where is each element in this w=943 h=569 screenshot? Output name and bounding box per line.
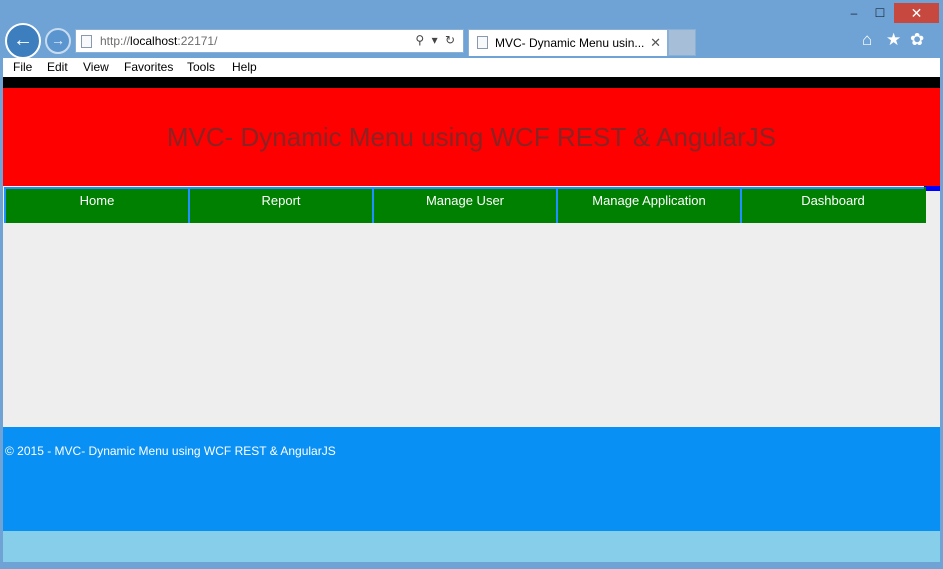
nav-item-manage-application[interactable]: Manage Application bbox=[556, 187, 740, 223]
address-bar[interactable]: http://localhost:22171/ ⚲ ▾ ↻ bbox=[75, 29, 464, 53]
minimize-button[interactable]: – bbox=[841, 3, 867, 23]
menu-bar: File Edit View Favorites Tools Help bbox=[3, 58, 940, 77]
home-icon[interactable]: ⌂ bbox=[862, 30, 872, 50]
nav-item-report[interactable]: Report bbox=[188, 187, 372, 223]
search-icon[interactable]: ⚲ bbox=[415, 33, 426, 47]
tab-title: MVC- Dynamic Menu usin... bbox=[495, 36, 645, 50]
maximize-button[interactable]: ☐ bbox=[867, 3, 893, 23]
back-arrow-icon: ← bbox=[13, 29, 33, 51]
dropdown-icon[interactable]: ▾ bbox=[432, 33, 440, 47]
header-banner: MVC- Dynamic Menu using WCF REST & Angul… bbox=[3, 88, 940, 186]
page-title: MVC- Dynamic Menu using WCF REST & Angul… bbox=[166, 122, 777, 152]
url-port: :22171/ bbox=[177, 34, 218, 48]
new-tab-button[interactable] bbox=[668, 29, 696, 56]
close-window-button[interactable]: ✕ bbox=[894, 3, 939, 23]
url-scheme: http:// bbox=[100, 34, 131, 48]
nav-item-manage-user[interactable]: Manage User bbox=[372, 187, 556, 223]
url-host: localhost bbox=[130, 34, 178, 48]
page-footer: © 2015 - MVC- Dynamic Menu using WCF RES… bbox=[3, 427, 940, 531]
refresh-icon[interactable]: ↻ bbox=[445, 33, 457, 47]
footer-copyright: © 2015 - MVC- Dynamic Menu using WCF RES… bbox=[5, 444, 336, 458]
footer-bottom-band bbox=[3, 531, 940, 562]
dynamic-menu: Home Report Manage User Manage Applicati… bbox=[4, 187, 926, 223]
window-frame-bottom bbox=[0, 562, 943, 569]
tab-page-icon bbox=[477, 36, 488, 49]
address-actions: ⚲ ▾ ↻ bbox=[415, 33, 457, 47]
back-button[interactable]: ← bbox=[5, 23, 41, 59]
settings-gear-icon[interactable]: ✿ bbox=[910, 30, 924, 50]
menu-tools[interactable]: Tools bbox=[187, 60, 215, 74]
forward-arrow-icon: → bbox=[51, 32, 65, 48]
nav-item-home[interactable]: Home bbox=[4, 187, 188, 223]
menu-edit[interactable]: Edit bbox=[47, 60, 68, 74]
page-icon bbox=[81, 35, 92, 48]
top-black-bar bbox=[3, 77, 940, 88]
browser-tab[interactable]: MVC- Dynamic Menu usin... ✕ bbox=[468, 29, 668, 56]
tab-close-icon[interactable]: ✕ bbox=[650, 35, 661, 51]
address-url[interactable]: http://localhost:22171/ bbox=[100, 34, 217, 48]
page-content: MVC- Dynamic Menu using WCF REST & Angul… bbox=[3, 77, 940, 562]
nav-item-dashboard[interactable]: Dashboard bbox=[740, 187, 924, 223]
favorites-star-icon[interactable]: ★ bbox=[886, 30, 901, 50]
banner-accent bbox=[924, 186, 940, 191]
menu-file[interactable]: File bbox=[13, 60, 32, 74]
menu-help[interactable]: Help bbox=[232, 60, 257, 74]
menu-view[interactable]: View bbox=[83, 60, 109, 74]
menu-favorites[interactable]: Favorites bbox=[124, 60, 173, 74]
forward-button[interactable]: → bbox=[45, 28, 71, 54]
